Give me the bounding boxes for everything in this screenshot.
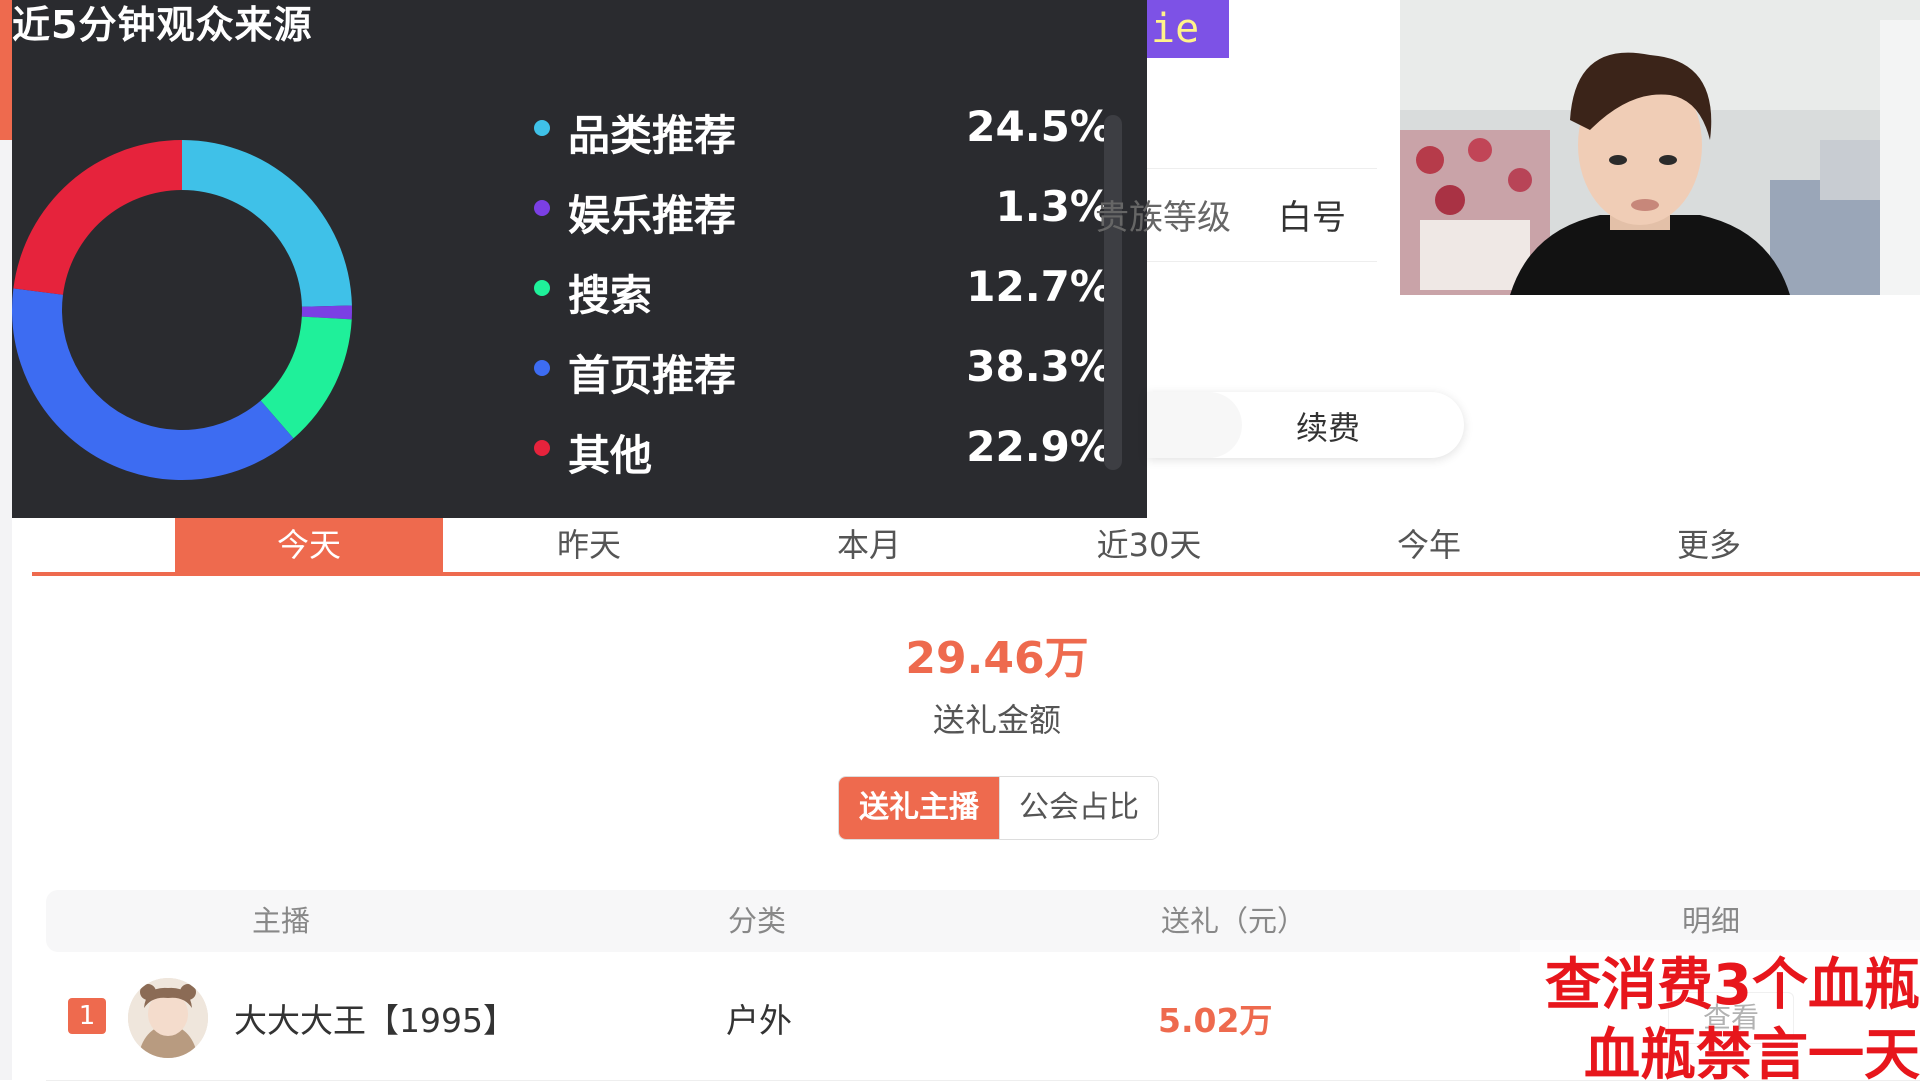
donut-slice-0 [182, 140, 352, 307]
notice-line-1: 查消费3个血瓶 [1545, 953, 1920, 1018]
tab-yesterday[interactable]: 昨天 [455, 518, 723, 572]
donut-slice-4 [13, 140, 183, 295]
noble-level-label: 贵族等级 [1095, 198, 1231, 238]
audience-source-overlay: 近5分钟观众来源 品类推荐 24.5% 娱乐推荐 1.3% 搜索 12.7% 首… [12, 0, 1147, 518]
legend-label: 首页推荐 [568, 351, 737, 400]
legend-row-other: 其他 22.9% [522, 410, 1112, 490]
gift-value: 5.02万 [1158, 1001, 1273, 1040]
toggle-guild-share[interactable]: 公会占比 [999, 777, 1158, 839]
renew-label: 续费 [1296, 409, 1361, 447]
whitename-label: 白号 [1278, 198, 1346, 238]
gift-amount-value: 29.46万 [905, 633, 1089, 684]
legend-dot [534, 120, 550, 136]
webcam-image [1400, 0, 1920, 295]
date-range-tabs: 今天 昨天 本月 近30天 今年 更多 [32, 518, 1920, 576]
legend-label: 其他 [568, 431, 653, 480]
legend-value: 24.5% [966, 102, 1112, 151]
avatar [128, 978, 208, 1058]
stream-notice: 查消费3个血瓶 血瓶禁言一天 [1520, 940, 1920, 1088]
anchor-category: 户外 [726, 1001, 792, 1040]
audience-source-donut [12, 140, 352, 480]
left-gutter [0, 0, 12, 1080]
legend-label: 搜索 [568, 271, 653, 320]
tab-this-year[interactable]: 今年 [1295, 518, 1563, 572]
legend-dot [534, 200, 550, 216]
anchor-name: 大大大王【1995】 [234, 1001, 516, 1040]
tab-this-month[interactable]: 本月 [735, 518, 1003, 572]
tab-more[interactable]: 更多 [1575, 518, 1843, 572]
renew-button-left [1147, 392, 1242, 458]
purple-badge: ie [1147, 0, 1229, 58]
overlay-title: 近5分钟观众来源 [12, 3, 313, 47]
webcam-feed [1400, 0, 1920, 295]
legend-dot [534, 280, 550, 296]
overlay-scrollbar[interactable] [1104, 115, 1122, 470]
avatar-image [128, 978, 208, 1058]
view-toggle: 送礼主播 公会占比 [838, 776, 1159, 840]
legend-row-search: 搜索 12.7% [522, 250, 1112, 330]
audience-source-legend: 品类推荐 24.5% 娱乐推荐 1.3% 搜索 12.7% 首页推荐 38.3%… [522, 90, 1112, 490]
th-anchor: 主播 [252, 904, 311, 938]
legend-row-homepage: 首页推荐 38.3% [522, 330, 1112, 410]
th-category: 分类 [728, 904, 787, 938]
legend-value: 12.7% [966, 262, 1112, 311]
donut-slice-3 [12, 288, 294, 480]
legend-row-entertainment: 娱乐推荐 1.3% [522, 170, 1112, 250]
left-accent-bar [0, 0, 12, 140]
legend-value: 38.3% [966, 342, 1112, 391]
toggle-gift-anchor[interactable]: 送礼主播 [839, 777, 999, 839]
rank-badge: 1 [68, 998, 106, 1034]
th-gift: 送礼（元） [1161, 904, 1307, 938]
notice-line-2: 血瓶禁言一天 [1584, 1023, 1920, 1088]
legend-label: 娱乐推荐 [568, 191, 737, 240]
tab-today[interactable]: 今天 [175, 518, 443, 572]
legend-row-category: 品类推荐 24.5% [522, 90, 1112, 170]
legend-label: 品类推荐 [568, 111, 737, 160]
legend-dot [534, 360, 550, 376]
legend-dot [534, 440, 550, 456]
gift-amount-label: 送礼金额 [932, 701, 1061, 739]
tab-last-30-days[interactable]: 近30天 [1015, 518, 1283, 572]
legend-value: 22.9% [966, 422, 1112, 471]
